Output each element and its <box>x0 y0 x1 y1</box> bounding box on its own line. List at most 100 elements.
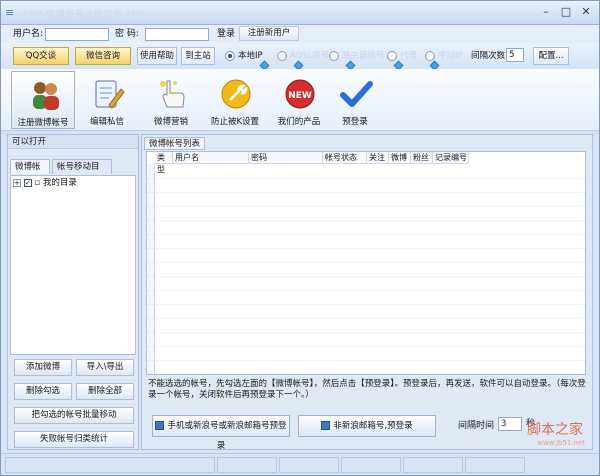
failed-stats-button[interactable]: 失败帐号归类统计 <box>14 431 134 448</box>
tool-weibo-marketing[interactable]: 微博营销 <box>139 71 203 129</box>
ribbon: QQ交谈 微信咨询 使用帮助 到主站 本地IP ADSL拨号 路由器拨号 代理 … <box>1 43 599 71</box>
grid-line <box>147 304 587 305</box>
grid-line <box>147 276 587 277</box>
svg-text:NEW: NEW <box>288 91 312 101</box>
password-label: 密 码: <box>115 29 139 39</box>
mode-label-adsl: ADSL拨号 <box>290 51 330 61</box>
col-type[interactable]: 类型 <box>155 152 173 174</box>
pre-login-email-label: 非新浪邮箱号,预登录 <box>333 421 413 431</box>
col-password[interactable]: 密码 <box>249 152 323 164</box>
grid-line <box>147 332 587 333</box>
mode-label-proxy: 代理 <box>400 51 418 61</box>
col-weibo[interactable]: 微博 <box>389 152 411 164</box>
col-username[interactable]: 用户名 <box>173 152 249 164</box>
tool-label: 我们的产品 <box>277 117 321 127</box>
tree-root-node[interactable]: + ✓ ▫ 我的目录 <box>13 178 77 189</box>
grid-line <box>147 206 587 207</box>
main-site-button[interactable]: 到主站 <box>181 47 215 65</box>
mode-label-manual-ip: 手动IP <box>438 51 463 61</box>
left-panel: 可以打开 微博帐号 帐号移动目标 + ✓ ▫ 我的目录 添加微博 导入\导出 删… <box>7 134 139 450</box>
people-icon <box>33 82 59 110</box>
col-follow[interactable]: 关注 <box>367 152 389 164</box>
password-input[interactable] <box>145 28 209 41</box>
pre-login-phone-button[interactable]: 手机或新浪号或新浪邮箱号预登录 <box>152 415 290 451</box>
interval-count-label: 间隔次数 <box>471 51 506 61</box>
grid-line <box>147 318 587 319</box>
login-icon <box>155 421 165 430</box>
mode-radio-router[interactable] <box>329 51 339 61</box>
login-button[interactable]: 登录 <box>217 27 235 41</box>
register-user-button[interactable]: 注册新用户 <box>239 26 299 41</box>
status-cell <box>341 457 401 473</box>
col-record-id[interactable]: 记录编号 <box>433 152 469 164</box>
interval-time-input[interactable]: 3 <box>498 417 522 431</box>
username-label: 用户名: <box>13 29 44 39</box>
left-panel-header: 可以打开 <box>8 135 138 149</box>
right-panel: 微博帐号列表 类型 用户名 密码 帐号状态 关注 微博 粉丝 记录编号 不能选选… <box>141 134 593 451</box>
usage-note: 不能选选的帐号，先勾选左面的【微博帐号】，然后点击【预登录】。预登录后，再发送，… <box>148 379 586 400</box>
login-row: 用户名: 密 码: 登录 注册新用户 <box>1 25 599 43</box>
tab-account-list[interactable]: 微博帐号列表 <box>144 137 206 150</box>
tool-edit-message[interactable]: 编辑私信 <box>75 71 139 129</box>
interval-time-label: 间隔时间 <box>458 421 495 431</box>
grid-line <box>147 360 587 361</box>
grid-line <box>147 234 587 235</box>
tool-pre-login[interactable]: 预登录 <box>323 71 387 129</box>
tool-label: 预登录 <box>342 117 368 127</box>
maximize-button[interactable]: □ <box>557 5 575 19</box>
grid-line <box>147 262 587 263</box>
pre-login-phone-label: 手机或新浪号或新浪邮箱号预登录 <box>167 421 287 451</box>
tab-weibo-accounts[interactable]: 微博帐号 <box>10 159 50 186</box>
wechat-consult-button[interactable]: 微信咨询 <box>75 47 131 65</box>
tab-move-target[interactable]: 帐号移动目标 <box>52 159 112 186</box>
status-cell <box>403 457 463 473</box>
left-tabs: 微博帐号 帐号移动目标 <box>8 159 138 186</box>
grid-line <box>147 220 587 221</box>
batch-move-button[interactable]: 把勾选的帐号批量移动 <box>14 407 134 424</box>
delete-all-button[interactable]: 删除全部 <box>76 383 134 400</box>
col-fans[interactable]: 粉丝 <box>411 152 433 164</box>
tree-root-label: 我的目录 <box>42 178 77 188</box>
grid-line <box>147 178 587 179</box>
tool-label: 编辑私信 <box>89 117 124 127</box>
mode-radio-adsl[interactable] <box>277 51 287 61</box>
app-icon: ≡ <box>5 6 15 19</box>
pre-login-email-button[interactable]: 非新浪邮箱号,预登录 <box>298 415 436 437</box>
add-weibo-button[interactable]: 添加微博 <box>14 359 72 376</box>
mode-radio-proxy[interactable] <box>387 51 397 61</box>
account-tree: + ✓ ▫ 我的目录 <box>10 175 136 355</box>
qq-chat-button[interactable]: QQ交谈 <box>13 47 69 65</box>
status-cell <box>279 457 339 473</box>
tool-our-products[interactable]: NEW 我们的产品 <box>267 71 331 129</box>
mode-radio-manual-ip[interactable] <box>425 51 435 61</box>
grid-line <box>147 248 587 249</box>
interval-count-input[interactable]: 5 <box>506 48 524 62</box>
minimize-button[interactable]: – <box>537 5 555 19</box>
account-table: 类型 用户名 密码 帐号状态 关注 微博 粉丝 记录编号 <box>146 151 587 375</box>
watermark-text: 脚本之家 <box>527 422 583 438</box>
col-status[interactable]: 帐号状态 <box>323 152 367 164</box>
expand-icon[interactable]: + <box>13 178 21 187</box>
status-cell <box>465 457 525 473</box>
import-export-button[interactable]: 导入\导出 <box>76 359 134 376</box>
checkmark-icon <box>340 81 373 107</box>
mode-radio-local-ip[interactable] <box>225 51 235 61</box>
login-icon <box>321 421 331 430</box>
config-button[interactable]: 配置... <box>533 47 569 65</box>
main-toolbar: 注册微博帐号 编辑私信 微博营销 防止被K设置 NEW 我们的产品 预登录 <box>1 69 599 131</box>
tool-register-account[interactable]: 注册微博帐号 <box>11 71 75 129</box>
watermark-url: www.jb51.net <box>537 439 585 447</box>
tool-anti-ban-settings[interactable]: 防止被K设置 <box>203 71 267 129</box>
tree-checkbox[interactable]: ✓ <box>23 178 32 187</box>
wrench-icon <box>221 79 251 109</box>
close-button[interactable]: ✕ <box>577 5 595 19</box>
help-button[interactable]: 使用帮助 <box>137 47 177 65</box>
grid-line <box>147 192 587 193</box>
status-cell <box>217 457 277 473</box>
tool-label: 微博营销 <box>153 117 188 127</box>
username-input[interactable] <box>45 28 109 41</box>
delete-checked-button[interactable]: 删除勾选 <box>14 383 72 400</box>
app-window: ≡ **** 微博帐号注册软件 **** – □ ✕ 用户名: 密 码: 登录 … <box>0 0 600 476</box>
window-title: **** 微博帐号注册软件 **** <box>23 10 146 20</box>
grid-line <box>147 346 587 347</box>
